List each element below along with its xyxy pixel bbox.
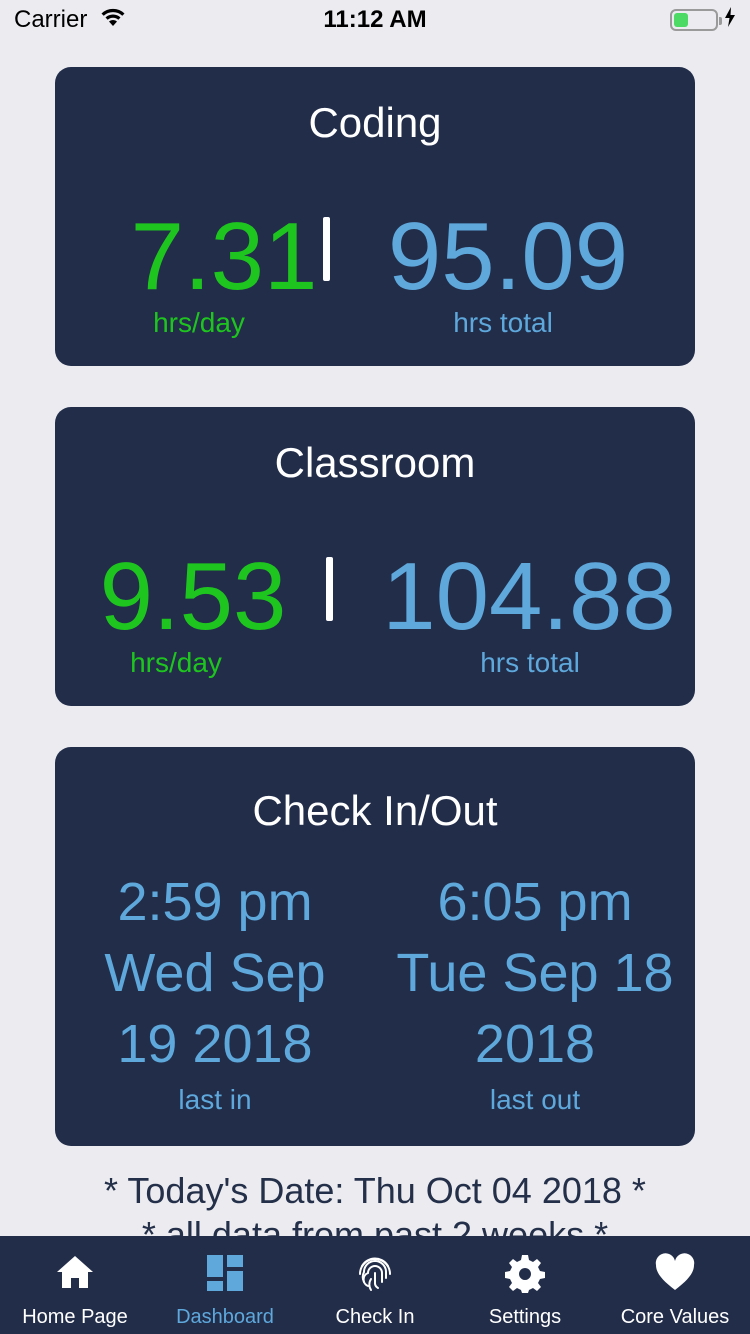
coding-hours-total: 95.09 <box>387 203 629 310</box>
last-in-date-line1: Wed Sep <box>104 943 326 1003</box>
tab-check-in-label: Check In <box>335 1306 415 1328</box>
coding-per-day-label: hrs/day <box>153 307 245 338</box>
gear-icon <box>505 1255 545 1293</box>
last-out-block: 6:05 pm Tue Sep 18 2018 last out <box>385 867 685 1120</box>
coding-hours-per-day: 7.31 <box>130 203 318 310</box>
battery-icon <box>670 9 722 31</box>
status-left: Carrier <box>14 6 127 35</box>
tab-core-values[interactable]: Core Values <box>600 1236 750 1334</box>
last-out-time: 6:05 pm <box>437 872 633 932</box>
tab-home-page[interactable]: Home Page <box>0 1236 150 1334</box>
last-out-date-line2: 2018 <box>474 1014 596 1074</box>
coding-card: Coding 7.31 95.09 hrs/day hrs total <box>55 67 695 366</box>
coding-divider <box>323 217 330 281</box>
charging-bolt-icon <box>724 6 736 35</box>
classroom-hours-per-day: 9.53 <box>99 543 287 650</box>
tab-home-page-label: Home Page <box>22 1306 128 1328</box>
last-out-label: last out <box>489 1084 581 1115</box>
last-in-block: 2:59 pm Wed Sep 19 2018 last in <box>55 867 375 1120</box>
battery-level <box>674 13 688 27</box>
classroom-total-label: hrs total <box>480 647 580 678</box>
tab-bar: Home Page Dashboard Check In Settings Co… <box>0 1236 750 1334</box>
fingerprint-icon <box>359 1257 391 1291</box>
classroom-card: Classroom 9.53 104.88 hrs/day hrs total <box>55 407 695 706</box>
heart-icon <box>655 1253 695 1290</box>
status-bar: Carrier 11:12 AM <box>0 0 750 40</box>
coding-card-title: Coding <box>308 99 442 146</box>
tab-check-in[interactable]: Check In <box>300 1236 450 1334</box>
carrier-label: Carrier <box>14 6 88 33</box>
todays-date-note: * Today's Date: Thu Oct 04 2018 * <box>104 1170 646 1211</box>
classroom-hours-total: 104.88 <box>382 543 676 650</box>
last-in-label: last in <box>178 1084 252 1115</box>
tab-dashboard[interactable]: Dashboard <box>150 1236 300 1334</box>
coding-total-label: hrs total <box>453 307 553 338</box>
classroom-divider <box>326 557 333 621</box>
checkio-card-title: Check In/Out <box>252 787 498 834</box>
last-in-time: 2:59 pm <box>117 872 313 932</box>
home-icon <box>57 1256 93 1288</box>
classroom-card-title: Classroom <box>274 439 476 486</box>
tab-dashboard-label: Dashboard <box>176 1306 274 1328</box>
status-right <box>670 6 736 35</box>
classroom-per-day-label: hrs/day <box>130 647 222 678</box>
tab-core-values-label: Core Values <box>620 1306 730 1328</box>
last-out-date-line1: Tue Sep 18 <box>396 943 674 1003</box>
checkio-card: Check In/Out 2:59 pm Wed Sep 19 2018 las… <box>55 747 695 1146</box>
dashboard-icon <box>207 1255 243 1291</box>
tab-settings-label: Settings <box>488 1306 562 1328</box>
last-in-date-line2: 19 2018 <box>117 1014 313 1074</box>
wifi-icon <box>99 6 127 35</box>
tab-settings[interactable]: Settings <box>450 1236 600 1334</box>
